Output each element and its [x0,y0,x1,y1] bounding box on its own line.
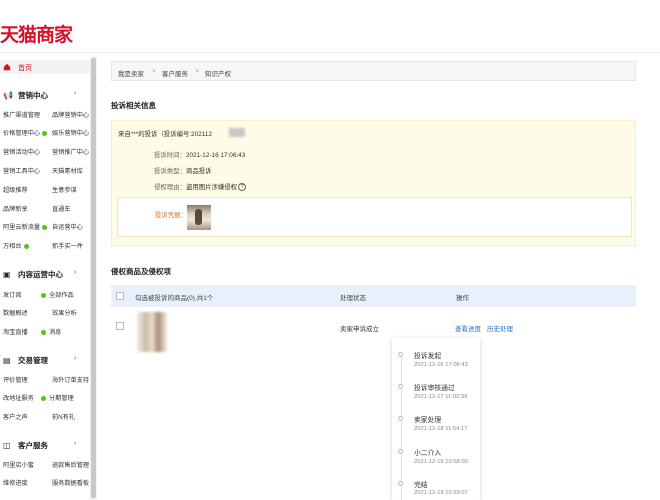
sidebar-item[interactable]: 品牌新享 [3,204,28,213]
trade-icon: ▤ [3,356,11,365]
sidebar-item[interactable]: 全部作品 [41,290,74,299]
tmall-merchant-logo[interactable]: 天猫商家 [0,20,73,47]
timeline-step-title: 小二介入 [414,450,442,457]
header-divider [0,52,660,53]
new-badge-icon [41,329,46,335]
evidence-thumbnail[interactable] [187,205,211,230]
column-header-select: 勾选被投诉的商品(0),共1个 [135,295,214,302]
redacted-area [229,128,245,137]
timeline-step-title: 投诉审核通过 [414,385,455,392]
column-header-status: 处理状态 [340,295,366,302]
timeline-step-title: 投诉发起 [414,353,442,360]
sidebar-item[interactable]: 海外订单支持 [52,375,89,384]
table-header: 勾选被投诉的商品(0),共1个 处理状态 操作 [111,285,636,307]
timeline-step-time: 2021-12-19 10:58:00 [414,459,468,465]
breadcrumb: 我是卖家 > 客户服务 > 知识产权 [111,61,636,81]
new-badge-icon [42,130,48,136]
breadcrumb-item[interactable]: 客户服务 [162,68,188,78]
breadcrumb-separator: > [152,68,156,75]
history-link[interactable]: 历史处理 [487,323,513,333]
sidebar-section-trade[interactable]: ▤ 交易管理 [3,355,48,366]
new-badge-icon [42,224,48,230]
product-image[interactable] [137,312,167,352]
sidebar-home-label: 首页 [18,65,32,72]
chevron-right-icon[interactable]: › [74,269,76,276]
home-icon [3,63,11,71]
sidebar-item[interactable]: 品牌营销中心 [52,110,89,119]
sidebar-item[interactable]: 营销推广中心 [52,147,89,156]
timeline-dot [398,384,403,389]
service-icon: ◫ [3,441,11,450]
sidebar-item[interactable]: 超级推荐 [3,185,28,194]
new-badge-icon [23,243,29,249]
timeline-dot [398,481,403,486]
sidebar-item[interactable]: 万相台 [3,241,29,250]
sidebar-item[interactable]: 直通车 [52,204,71,213]
timeline-step-title: 卖家处理 [414,417,442,424]
evidence-box: 投诉凭据： [117,197,632,237]
complaint-source: 来自***的投诉（投诉编号:202112 [118,131,212,138]
sidebar-item[interactable]: 阿里店小蜜 [3,460,34,469]
sidebar-item[interactable]: 发订阅 [3,290,22,299]
breadcrumb-item: 知识产权 [205,71,231,78]
timeline-step-title: 完结 [414,482,428,489]
new-badge-icon [41,395,46,401]
sidebar-item[interactable]: 淘宝直播 [3,327,28,336]
breadcrumb-separator: > [195,68,199,75]
sidebar-item[interactable]: 维修进度 [3,478,28,487]
sidebar-section-content[interactable]: ▣ 内容运营中心 [3,269,63,280]
sidebar-section-service[interactable]: ◫ 客户服务 [3,440,48,451]
sidebar-item[interactable]: 客户之声 [3,412,28,421]
sidebar-item[interactable]: 数据概述 [3,308,28,317]
complaint-heading: 投诉相关信息 [111,101,156,110]
evidence-label: 投诉凭据： [155,212,187,219]
sidebar-item[interactable]: 退款售后管理 [52,460,89,469]
sidebar-item[interactable]: 天猫素材库 [52,166,83,175]
select-all-checkbox[interactable] [116,292,124,300]
timeline-step-time: 2021-12-16 17:06:43 [414,362,468,368]
sidebar-item[interactable]: 生意参谋 [52,185,77,194]
sidebar-scrollbar-thumb[interactable] [91,58,96,498]
timeline-dot [398,352,403,357]
sidebar-item[interactable]: 分期管理 [41,393,74,402]
sidebar-item[interactable]: 价格管理中心 [3,128,48,137]
complaint-reason: 侵权理由：盗用图片涉嫌侵权? [154,182,247,192]
products-heading: 侵权商品及侵权项 [111,267,171,276]
chevron-right-icon[interactable]: › [74,90,76,97]
sidebar-item[interactable]: 推广渠道管理 [3,110,40,119]
megaphone-icon: 📢 [3,91,13,100]
row-checkbox[interactable] [116,322,124,330]
timeline-dot [398,449,403,454]
view-progress-link[interactable]: 查看进度 [455,323,481,333]
sidebar-item[interactable]: 自运营中心 [52,222,83,231]
row-status: 卖家申诉成立 [340,326,379,333]
sidebar-item[interactable]: 消息 [41,327,61,336]
chevron-right-icon[interactable]: › [74,440,76,447]
content-icon: ▣ [3,270,11,279]
sidebar-item[interactable]: 服务数据看板 [52,478,89,487]
help-icon[interactable]: ? [238,183,247,192]
new-badge-icon [41,292,46,298]
sidebar-item-home[interactable]: 首页 [0,60,92,74]
sidebar-item[interactable]: 抓手买一件 [52,241,83,250]
timeline-step-time: 2021-12-18 11:54:17 [414,426,468,432]
timeline-line [401,355,402,500]
sidebar-item[interactable]: 阿里云新流量 [3,222,48,231]
chevron-right-icon[interactable]: › [74,355,76,362]
sidebar-item[interactable]: 前N有礼 [52,412,75,421]
sidebar-item[interactable]: 娱乐营销中心 [52,128,89,137]
sidebar-item[interactable]: 营销活动中心 [3,147,40,156]
timeline-dot [398,416,403,421]
sidebar-section-marketing[interactable]: 📢 营销中心 [3,90,48,101]
column-header-action: 操作 [456,295,469,302]
timeline-step-time: 2021-12-19 10:59:07 [414,490,468,496]
sidebar-item[interactable]: 评价管理 [3,375,28,384]
breadcrumb-item[interactable]: 我是卖家 [118,68,144,78]
sidebar-item[interactable]: 效果分析 [52,308,77,317]
sidebar-item[interactable]: 营销工具中心 [3,166,40,175]
timeline-step-time: 2021-12-17 11:02:39 [414,394,468,400]
complaint-type: 投诉类型：商品投诉 [154,168,212,175]
complaint-time: 投诉时间：2021-12-16 17:06:43 [154,152,246,159]
sidebar-item[interactable]: 改地址服务 [3,393,34,402]
